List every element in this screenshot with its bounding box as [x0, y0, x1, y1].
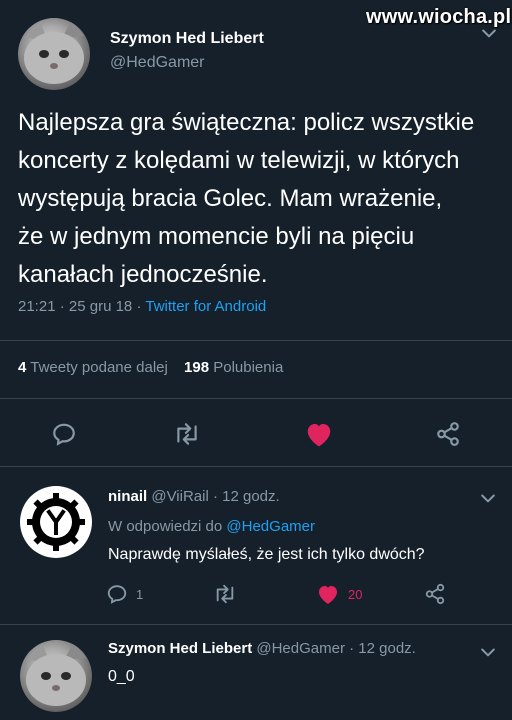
separator: · [59, 298, 65, 315]
tweet-text-line: występują bracia Golec. Mam wrażenie, [18, 185, 443, 212]
heart-filled-icon [307, 424, 331, 447]
cat-avatar-icon [24, 20, 84, 84]
reply2-author-handle[interactable]: @HedGamer [256, 640, 345, 657]
reply-button[interactable] [46, 418, 82, 450]
tweet-text: Najlepsza gra świąteczna: policz wszystk… [18, 104, 508, 294]
retweets-count: 4 [18, 359, 27, 376]
retweets-stat[interactable]: 4 Tweety podane dalej [18, 359, 172, 376]
reply2-menu-chevron[interactable] [478, 642, 498, 662]
tweet-time: 21:21 [18, 298, 56, 315]
tweet-client-link[interactable]: Twitter for Android [145, 298, 266, 315]
divider [0, 398, 512, 399]
chevron-down-icon [481, 648, 495, 657]
tweet-date[interactable]: 25 gru 18 [69, 298, 132, 315]
reply-menu-chevron[interactable] [478, 488, 498, 508]
reply2-author-name[interactable]: Szymon Hed Liebert [108, 640, 252, 657]
reply-likes-count: 20 [348, 586, 363, 602]
reply2-text: 0_0 [108, 668, 135, 685]
divider [0, 624, 512, 625]
reply-avatar[interactable] [20, 486, 92, 558]
retweet-button[interactable] [168, 418, 206, 450]
likes-stat[interactable]: 198 Polubienia [184, 359, 283, 376]
reply-retweet-button[interactable] [210, 582, 240, 606]
retweet-icon [216, 584, 234, 604]
gear-logo-icon [27, 493, 85, 551]
reply-to-link[interactable]: @HedGamer [226, 518, 315, 535]
reply-context: W odpowiedzi do @HedGamer [108, 518, 315, 535]
tweet-text-line: kanałach jednocześnie. [18, 261, 268, 288]
share-icon [437, 422, 459, 446]
tweet-text-line: że w jednym momencie byli na pięciu [18, 223, 415, 250]
reply-reply-button[interactable]: 1 [106, 582, 160, 606]
separator: · [136, 298, 142, 315]
reply-like-button[interactable]: 20 [316, 582, 376, 606]
reply2-avatar[interactable] [20, 640, 92, 712]
reply-text: Naprawdę myślałeś, że jest ich tylko dwó… [108, 546, 425, 563]
share-icon [425, 583, 445, 605]
tweet-menu-chevron[interactable] [478, 22, 500, 44]
reply-icon [53, 423, 75, 446]
author-handle[interactable]: @HedGamer [110, 54, 205, 72]
reply-icon [107, 585, 127, 604]
reply2-time: · 12 godz. [349, 640, 416, 657]
divider [0, 340, 512, 341]
tweet-timestamp-row: 21:21 · 25 gru 18 · Twitter for Android [18, 298, 266, 315]
share-button[interactable] [430, 418, 466, 450]
chevron-down-icon [481, 494, 495, 503]
like-button[interactable] [301, 418, 337, 450]
reply-author-handle[interactable]: @ViiRail [151, 488, 208, 505]
tweet-text-line: koncerty z kolędami w telewizji, w który… [18, 147, 460, 174]
reply-time: · 12 godz. [212, 488, 280, 505]
reply2-header: Szymon Hed Liebert @HedGamer · 12 godz. [108, 640, 416, 657]
reply-replies-count: 1 [136, 586, 144, 602]
retweets-label: Tweety podane dalej [30, 359, 168, 376]
avatar[interactable] [18, 18, 90, 90]
divider [0, 466, 512, 467]
chevron-down-icon [482, 29, 496, 38]
author-name[interactable]: Szymon Hed Liebert [110, 30, 264, 48]
reply-author-name[interactable]: ninail [108, 488, 147, 505]
reply-share-button[interactable] [422, 582, 448, 606]
likes-count: 198 [184, 359, 210, 376]
tweet-stats-row: 4 Tweety podane dalej 198 Polubienia [18, 359, 283, 376]
tweet-text-line: Najlepsza gra świąteczna: policz wszystk… [18, 109, 475, 136]
retweet-icon [177, 423, 197, 445]
likes-label: Polubienia [213, 359, 284, 376]
reply-prefix: W odpowiedzi do [108, 518, 223, 535]
cat-avatar-icon [26, 642, 86, 706]
heart-filled-icon [319, 586, 337, 604]
reply-header: ninail @ViiRail · 12 godz. [108, 488, 280, 505]
